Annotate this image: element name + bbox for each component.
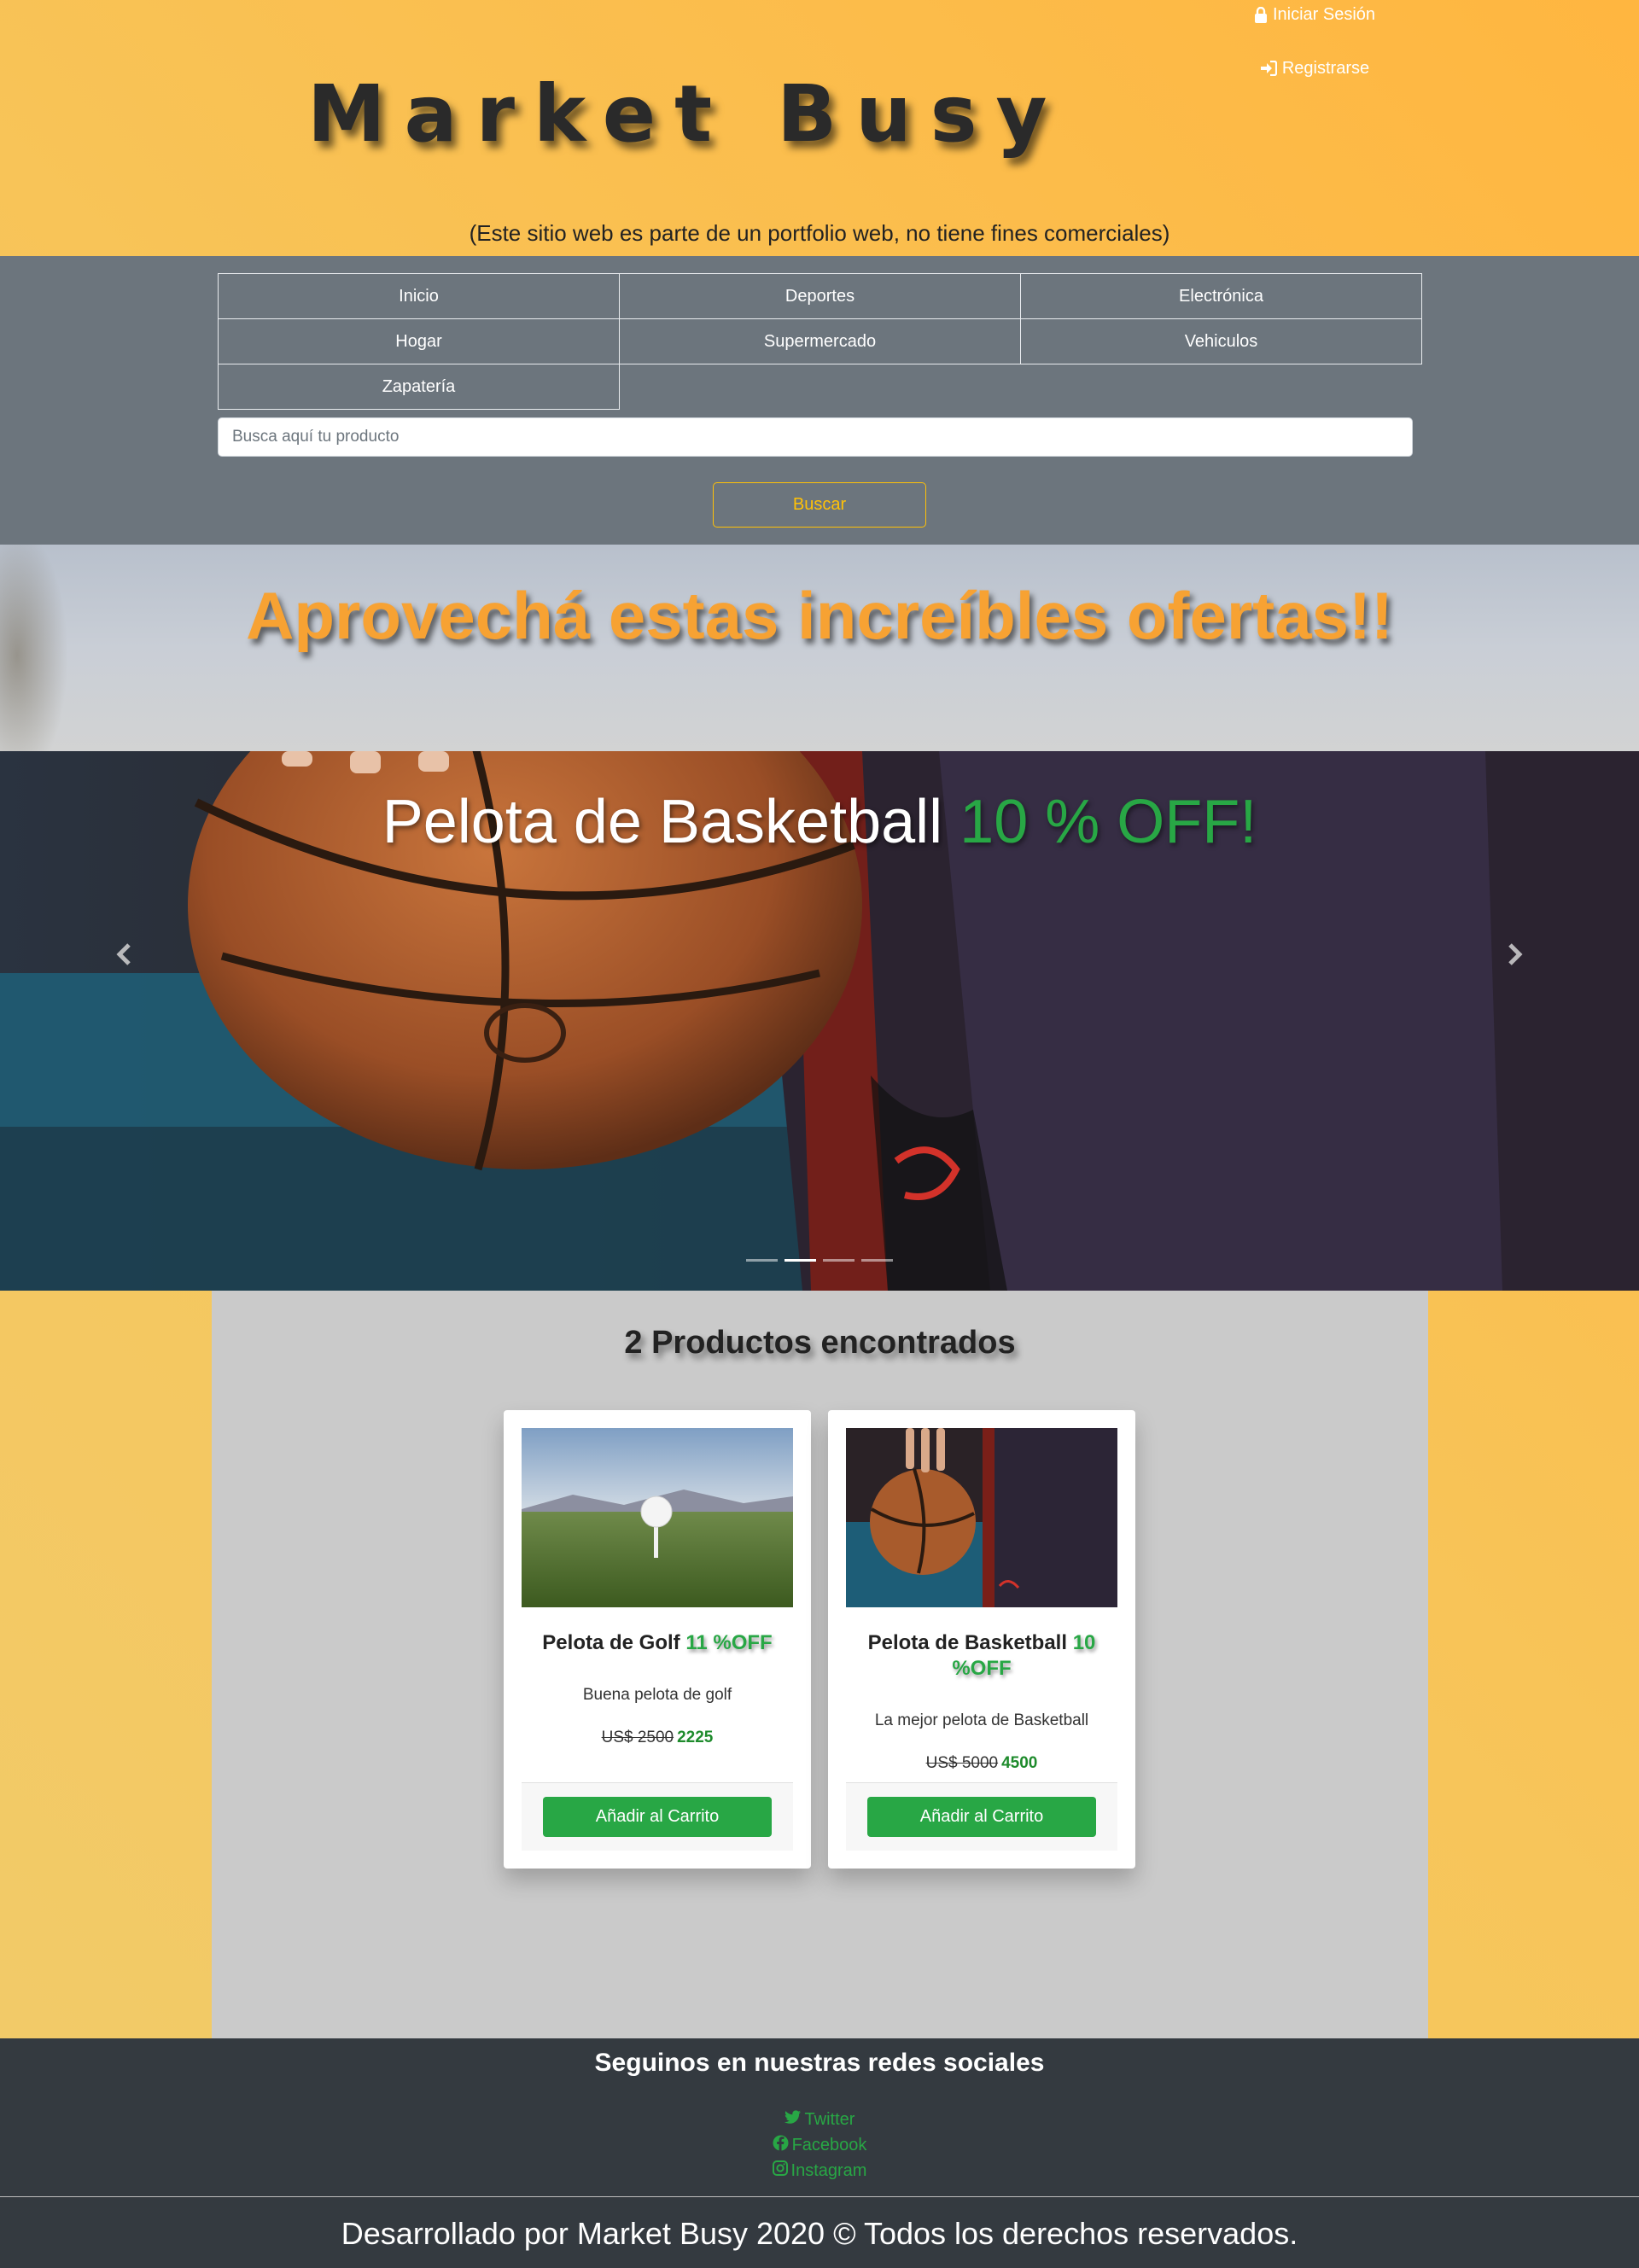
nav-section: Inicio Deportes Electrónica Hogar Superm… bbox=[0, 256, 1639, 545]
facebook-icon bbox=[773, 2135, 789, 2156]
nav-item-inicio[interactable]: Inicio bbox=[218, 273, 620, 319]
product-price: US$ 5000 4500 bbox=[846, 1754, 1117, 1773]
site-header: Iniciar Sesión Registrarse Market Busy (… bbox=[0, 0, 1639, 256]
product-name: Pelota de Basketball bbox=[867, 1631, 1068, 1654]
brand-logo[interactable]: Market Busy bbox=[307, 68, 1065, 160]
lock-icon bbox=[1254, 6, 1268, 23]
carousel-indicator[interactable] bbox=[823, 1259, 854, 1262]
product-new-price: 2225 bbox=[677, 1729, 714, 1746]
product-description: La mejor pelota de Basketball bbox=[874, 1711, 1089, 1729]
product-new-price: 4500 bbox=[1001, 1754, 1038, 1772]
login-link[interactable]: Iniciar Sesión bbox=[1229, 0, 1400, 29]
product-name: Pelota de Golf bbox=[542, 1631, 680, 1654]
facebook-label: Facebook bbox=[791, 2135, 867, 2154]
promo-banner: Aprovechá estas increíbles ofertas!! bbox=[0, 545, 1639, 751]
product-old-price: US$ 2500 bbox=[601, 1729, 674, 1746]
footer-divider bbox=[0, 2196, 1639, 2197]
disclaimer-text: (Este sitio web es parte de un portfolio… bbox=[469, 220, 1170, 246]
product-image-golf-ball[interactable] bbox=[522, 1428, 793, 1607]
chevron-right-icon bbox=[1507, 942, 1524, 971]
promo-title: Aprovechá estas increíbles ofertas!! bbox=[246, 578, 1393, 653]
product-card: Pelota de Golf 11 %OFF Buena pelota de g… bbox=[504, 1410, 811, 1869]
results-title: 2 Productos encontrados bbox=[624, 1325, 1016, 1361]
add-to-cart-button[interactable]: Añadir al Carrito bbox=[867, 1797, 1096, 1837]
nav-item-electronica[interactable]: Electrónica bbox=[1020, 273, 1422, 319]
nav-item-vehiculos[interactable]: Vehiculos bbox=[1020, 318, 1422, 364]
facebook-link[interactable]: Facebook bbox=[0, 2132, 1639, 2158]
product-image-basketball[interactable] bbox=[846, 1428, 1117, 1607]
search-input[interactable] bbox=[218, 417, 1413, 457]
product-title: Pelota de Basketball 10 %OFF bbox=[846, 1630, 1117, 1682]
chevron-left-icon bbox=[115, 942, 132, 971]
sign-in-icon bbox=[1260, 61, 1277, 76]
offers-carousel: Pelota de Basketball 10 % OFF! bbox=[0, 751, 1639, 1291]
carousel-next-button[interactable] bbox=[1481, 905, 1549, 1007]
product-description: Buena pelota de golf bbox=[582, 1686, 732, 1704]
register-label: Registrarse bbox=[1281, 58, 1370, 78]
product-price: US$ 2500 2225 bbox=[522, 1729, 793, 1747]
carousel-indicator[interactable] bbox=[746, 1259, 778, 1262]
auth-links: Iniciar Sesión Registrarse bbox=[1229, 0, 1400, 82]
product-card-footer: Añadir al Carrito bbox=[522, 1782, 793, 1851]
nav-item-supermercado[interactable]: Supermercado bbox=[619, 318, 1021, 364]
nav-item-zapateria[interactable]: Zapatería bbox=[218, 364, 620, 410]
product-card: Pelota de Basketball 10 %OFF La mejor pe… bbox=[828, 1410, 1135, 1869]
carousel-caption-discount: 10 % OFF! bbox=[959, 788, 1257, 856]
carousel-indicators bbox=[0, 1259, 1639, 1262]
site-footer: Seguinos en nuestras redes sociales Twit… bbox=[0, 2038, 1639, 2268]
carousel-indicator[interactable] bbox=[861, 1259, 893, 1262]
add-to-cart-button[interactable]: Añadir al Carrito bbox=[543, 1797, 772, 1837]
product-discount: 11 %OFF bbox=[685, 1631, 773, 1654]
register-link[interactable]: Registrarse bbox=[1229, 55, 1400, 82]
nav-item-hogar[interactable]: Hogar bbox=[218, 318, 620, 364]
category-nav: Inicio Deportes Electrónica Hogar Superm… bbox=[218, 273, 1422, 410]
instagram-link[interactable]: Instagram bbox=[0, 2158, 1639, 2183]
carousel-caption: Pelota de Basketball 10 % OFF! bbox=[0, 787, 1639, 857]
instagram-icon bbox=[772, 2160, 788, 2181]
product-old-price: US$ 5000 bbox=[925, 1754, 999, 1772]
nav-item-deportes[interactable]: Deportes bbox=[619, 273, 1021, 319]
twitter-link[interactable]: Twitter bbox=[0, 2107, 1639, 2132]
carousel-caption-product: Pelota de Basketball bbox=[382, 788, 943, 856]
results-section: 2 Productos encontrados Pelota de Golf 1… bbox=[212, 1291, 1428, 2038]
carousel-indicator-active[interactable] bbox=[785, 1259, 816, 1262]
twitter-label: Twitter bbox=[804, 2109, 855, 2129]
social-title: Seguinos en nuestras redes sociales bbox=[594, 2049, 1045, 2077]
product-card-footer: Añadir al Carrito bbox=[846, 1782, 1117, 1851]
product-grid: Pelota de Golf 11 %OFF Buena pelota de g… bbox=[504, 1410, 1135, 1869]
copyright-text: Desarrollado por Market Busy 2020 © Todo… bbox=[341, 2216, 1298, 2251]
social-links: Twitter Facebook Instagram bbox=[0, 2107, 1639, 2183]
carousel-prev-button[interactable] bbox=[90, 905, 158, 1007]
login-label: Iniciar Sesión bbox=[1272, 4, 1376, 24]
twitter-icon bbox=[784, 2109, 802, 2130]
product-title: Pelota de Golf 11 %OFF bbox=[522, 1630, 793, 1656]
search-button[interactable]: Buscar bbox=[713, 482, 926, 528]
instagram-label: Instagram bbox=[790, 2160, 867, 2180]
